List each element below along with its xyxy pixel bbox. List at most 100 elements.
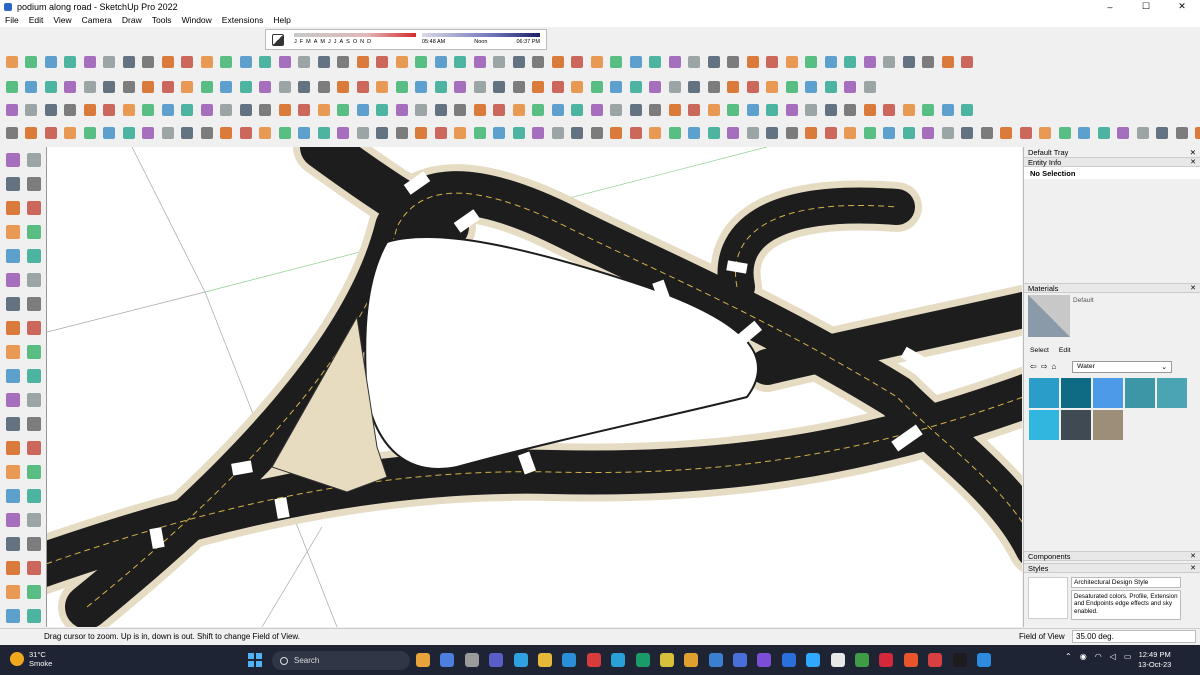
edit-tool-icon[interactable] (160, 80, 175, 95)
sandbox-tool-icon[interactable] (687, 55, 702, 70)
edit-tool-icon[interactable] (823, 80, 838, 95)
plugin-tool-icon[interactable] (4, 126, 19, 141)
edit-tool-icon[interactable] (765, 80, 780, 95)
plugin-tool-icon[interactable] (999, 126, 1014, 141)
sandbox-tool-icon[interactable] (570, 55, 585, 70)
plugin-tool-icon[interactable] (901, 126, 916, 141)
views-tool-icon[interactable] (219, 103, 234, 118)
views-tool-icon[interactable] (121, 103, 136, 118)
edit-tool-icon[interactable] (121, 80, 136, 95)
plugin-tool-icon[interactable] (121, 126, 136, 141)
sandbox-tool-icon[interactable] (628, 55, 643, 70)
large-tool-icon[interactable] (24, 390, 44, 410)
views-tool-icon[interactable] (628, 103, 643, 118)
views-tool-icon[interactable] (355, 103, 370, 118)
edit-tool-icon[interactable] (843, 80, 858, 95)
wifi-icon[interactable]: ◠ (1095, 652, 1102, 661)
large-tool-icon[interactable] (24, 534, 44, 554)
views-tool-icon[interactable] (63, 103, 78, 118)
large-tool-icon[interactable] (3, 366, 23, 386)
sandbox-tool-icon[interactable] (102, 55, 117, 70)
sandbox-tool-icon[interactable] (609, 55, 624, 70)
taskbar-app-icon[interactable] (513, 653, 528, 667)
plugin-tool-icon[interactable] (862, 126, 877, 141)
taskbar-app-icon[interactable] (830, 653, 845, 667)
views-tool-icon[interactable] (316, 103, 331, 118)
edit-tool-icon[interactable] (667, 80, 682, 95)
sandbox-tool-icon[interactable] (433, 55, 448, 70)
plugin-tool-icon[interactable] (628, 126, 643, 141)
views-tool-icon[interactable] (609, 103, 624, 118)
large-tool-icon[interactable] (24, 438, 44, 458)
sandbox-tool-icon[interactable] (550, 55, 565, 70)
taskbar-app-icon[interactable] (928, 653, 943, 667)
sandbox-tool-icon[interactable] (862, 55, 877, 70)
sandbox-tool-icon[interactable] (375, 55, 390, 70)
large-tool-icon[interactable] (3, 270, 23, 290)
views-tool-icon[interactable] (589, 103, 604, 118)
plugin-tool-icon[interactable] (550, 126, 565, 141)
plugin-tool-icon[interactable] (1174, 126, 1189, 141)
views-tool-icon[interactable] (102, 103, 117, 118)
taskbar-app-icon[interactable] (781, 653, 796, 667)
edit-tool-icon[interactable] (102, 80, 117, 95)
edit-tool-icon[interactable] (238, 80, 253, 95)
taskbar-app-icon[interactable] (976, 653, 991, 667)
sandbox-tool-icon[interactable] (141, 55, 156, 70)
material-swatch[interactable] (1061, 410, 1091, 440)
edit-tool-icon[interactable] (511, 80, 526, 95)
plugin-tool-icon[interactable] (492, 126, 507, 141)
large-tool-icon[interactable] (3, 318, 23, 338)
sandbox-tool-icon[interactable] (667, 55, 682, 70)
material-swatch[interactable] (1029, 410, 1059, 440)
views-tool-icon[interactable] (804, 103, 819, 118)
edit-tool-icon[interactable] (141, 80, 156, 95)
plugin-tool-icon[interactable] (648, 126, 663, 141)
edit-tool-icon[interactable] (297, 80, 312, 95)
weather-widget[interactable]: 31°C Smoke (10, 650, 52, 668)
views-tool-icon[interactable] (687, 103, 702, 118)
sandbox-tool-icon[interactable] (921, 55, 936, 70)
large-tool-icon[interactable] (3, 582, 23, 602)
sandbox-tool-icon[interactable] (394, 55, 409, 70)
measurements-box[interactable]: 35.00 deg. (1072, 630, 1196, 643)
edit-tool-icon[interactable] (472, 80, 487, 95)
views-tool-icon[interactable] (940, 103, 955, 118)
large-tool-icon[interactable] (24, 294, 44, 314)
minimize-button[interactable]: – (1092, 0, 1128, 13)
edit-tool-icon[interactable] (394, 80, 409, 95)
menu-draw[interactable]: Draw (117, 15, 147, 25)
plugin-tool-icon[interactable] (882, 126, 897, 141)
plugin-tool-icon[interactable] (804, 126, 819, 141)
large-tool-icon[interactable] (24, 246, 44, 266)
sandbox-tool-icon[interactable] (453, 55, 468, 70)
views-tool-icon[interactable] (823, 103, 838, 118)
volume-icon[interactable]: ◁ (1110, 652, 1116, 661)
styles-header[interactable]: Styles ✕ (1024, 563, 1200, 573)
plugin-tool-icon[interactable] (960, 126, 975, 141)
menu-extensions[interactable]: Extensions (217, 15, 269, 25)
edit-tool-icon[interactable] (414, 80, 429, 95)
views-tool-icon[interactable] (277, 103, 292, 118)
views-tool-icon[interactable] (82, 103, 97, 118)
sandbox-tool-icon[interactable] (219, 55, 234, 70)
plugin-tool-icon[interactable] (1116, 126, 1131, 141)
plugin-tool-icon[interactable] (1194, 126, 1200, 141)
sandbox-tool-icon[interactable] (258, 55, 273, 70)
material-swatch[interactable] (1093, 378, 1123, 408)
close-button[interactable]: ✕ (1164, 0, 1200, 13)
taskbar-app-icon[interactable] (684, 653, 699, 667)
views-tool-icon[interactable] (414, 103, 429, 118)
plugin-tool-icon[interactable] (238, 126, 253, 141)
plugin-tool-icon[interactable] (1135, 126, 1150, 141)
menu-file[interactable]: File (0, 15, 24, 25)
views-tool-icon[interactable] (550, 103, 565, 118)
taskbar-app-icon[interactable] (806, 653, 821, 667)
plugin-tool-icon[interactable] (219, 126, 234, 141)
plugin-tool-icon[interactable] (589, 126, 604, 141)
large-tool-icon[interactable] (3, 438, 23, 458)
edit-tool-icon[interactable] (570, 80, 585, 95)
tab-edit[interactable]: Edit (1059, 347, 1071, 354)
edit-tool-icon[interactable] (589, 80, 604, 95)
plugin-tool-icon[interactable] (63, 126, 78, 141)
